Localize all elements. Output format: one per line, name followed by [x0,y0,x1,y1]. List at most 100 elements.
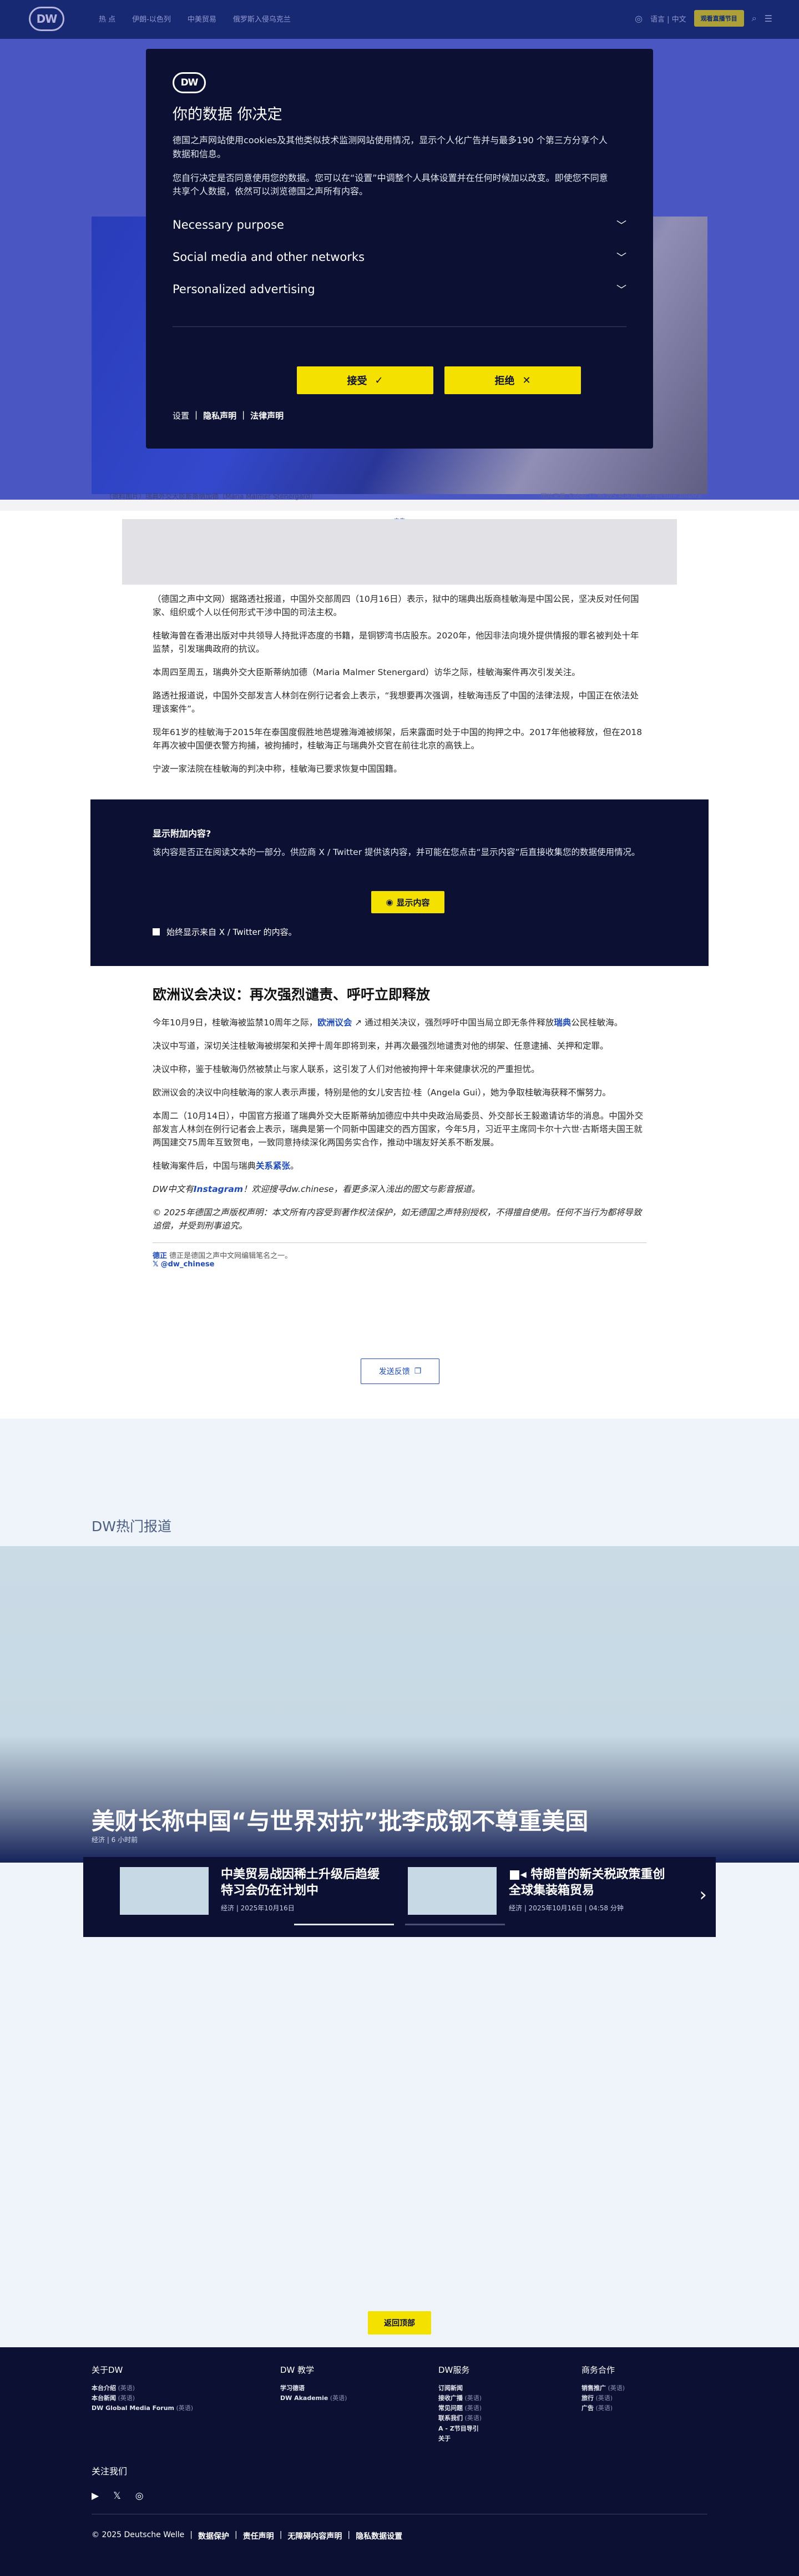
link-text: 联系我们 [438,2414,463,2422]
video-icon: ■◂ [509,1868,531,1881]
card-text: ■◂ 特朗普的新关税政策重创全球集装箱贸易 经济 | 2025年10月16日 |… [509,1867,675,1920]
external-link-icon: ↗ [355,1018,362,1028]
section-label: Personalized advertising [173,283,315,296]
show-content-button[interactable]: ◉ 显示内容 [371,891,444,913]
footer-link[interactable]: 广告 (英语) [581,2403,625,2413]
eye-icon: ◉ [386,897,393,907]
privacy-link[interactable]: 隐私声明 [203,410,236,421]
text-span: 通过相关决议，强烈呼吁中国当局立即无条件释放 [365,1018,554,1028]
chevron-down-icon: ﹀ [616,284,626,296]
footer-link[interactable]: 本台介绍 (英语) [92,2383,193,2393]
legal-links: © 2025 Deutsche Welle | 数据保护 | 责任声明 | 无障… [92,2530,402,2542]
section-personalized-ads[interactable]: Personalized advertising ﹀ [173,273,626,305]
card-title: ■◂ 特朗普的新关税政策重创全球集装箱贸易 [509,1867,675,1899]
caption-bar [0,500,799,511]
checkbox[interactable] [153,928,160,935]
article-paragraph: 桂敏海案件后，中国与瑞典关系紧张。 [153,1159,646,1173]
section-social-media[interactable]: Social media and other networks ﹀ [173,241,626,273]
author-name[interactable]: 德正 [153,1252,167,1260]
carousel-card[interactable]: ■◂ 特朗普的新关税政策重创全球集装箱贸易 经济 | 2025年10月16日 |… [408,1867,675,1920]
trending-headline[interactable]: 美财长称中国“与世界对抗”批李成钢不尊重美国 [92,1803,588,1837]
copyright-note: © 2025年德国之声版权声明：本文所有内容受到著作权法保护，如无德国之声特别授… [153,1208,642,1231]
settings-link[interactable]: 设置 [173,410,189,421]
card-text: 中美贸易战因稀土升级后趋缓 特习会仍在计划中 经济 | 2025年10月16日 [221,1867,387,1920]
data-protection-link[interactable]: 数据保护 [198,2530,229,2542]
trending-meta: 经济 | 6 小时前 [92,1836,138,1844]
link-text: 接收广播 [438,2394,463,2402]
link-tensions[interactable]: 关系紧张 [256,1161,290,1171]
copyright: © 2025 Deutsche Welle [92,2530,185,2539]
footer-link[interactable]: 联系我们 (英语) [438,2413,482,2423]
author-handle: @dw_chinese [160,1260,215,1269]
instagram-icon[interactable]: ◎ [135,2491,144,2502]
accessibility-link[interactable]: 无障碍内容声明 [287,2530,342,2542]
author-social[interactable]: 𝕏 @dw_chinese [153,1260,646,1269]
cookie-consent-dialog: DW 你的数据 你决定 德国之声网站使用cookies及其他类似技术监测网站使用… [146,49,653,449]
footer-link[interactable]: 订阅新闻 [438,2383,482,2393]
cookie-links: 设置 | 隐私声明 | 法律声明 [173,410,284,421]
follow-us-title: 关注我们 [92,2466,128,2477]
checkbox-label: 始终显示来自 X / Twitter 的内容。 [166,927,297,937]
x-icon[interactable]: 𝕏 [113,2491,121,2502]
carousel-indicator-active[interactable] [294,1924,394,1925]
lang-note: (英语) [176,2404,194,2412]
footer-link[interactable]: 本台新闻 (英语) [92,2393,193,2403]
lang-note: (英语) [595,2404,613,2412]
chevron-down-icon: ﹀ [616,252,626,264]
footer-link[interactable]: DW Akademie (英语) [280,2393,347,2403]
cookie-text-2: 您自行决定是否同意使用您的数据。您可以在“设置”中调整个人具体设置并在任何时候加… [173,172,608,197]
site-footer: 关于DW 本台介绍 (英语) 本台新闻 (英语) DW Global Media… [0,2347,799,2576]
divider [153,1242,646,1244]
lang-note: (英语) [330,2394,347,2402]
legal-link[interactable]: 法律声明 [250,410,284,421]
article-paragraph: 本周二（10月14日），中国官方报道了瑞典外交大臣斯蒂纳加德应中共中央政治局委员… [153,1111,644,1148]
footer-link[interactable]: 接收广播 (英语) [438,2393,482,2403]
link-sweden[interactable]: 瑞典 [554,1018,571,1028]
article-body-2: 欧洲议会决议：再次强烈谴责、呼吁立即释放 今年10月9日，桂敏海被监禁10周年之… [153,984,646,1269]
footer-link[interactable]: A - Z节目导引 [438,2424,482,2434]
footer-link[interactable]: DW Global Media Forum (英语) [92,2403,193,2413]
feedback-button[interactable]: 发送反馈 ❐ [361,1359,439,1384]
card-title-text: 特朗普的新关税政策重创全球集装箱贸易 [509,1868,665,1898]
ad-slot[interactable] [122,519,677,585]
footer-link[interactable]: 销售推广 (英语) [581,2383,625,2393]
link-text: 关于 [438,2434,451,2442]
section-necessary[interactable]: Necessary purpose ﹀ [173,209,626,241]
lang-note: (英语) [608,2384,625,2392]
article-paragraph: 宁波一家法院在桂敏海的判决中称，桂敏海已要求恢复中国国籍。 [153,764,402,774]
footer-link[interactable]: 关于 [438,2434,482,2444]
footer-link[interactable]: 旅行 (英语) [581,2393,625,2403]
link-text: 本台介绍 [92,2384,116,2392]
dw-logo: DW [173,72,206,93]
article-paragraph: 今年10月9日，桂敏海被监禁10周年之际，欧洲议会 ↗ 通过相关决议，强烈呼吁中… [153,1016,646,1029]
link-european-parliament[interactable]: 欧洲议会 [317,1018,352,1028]
accept-button[interactable]: 接受 ✓ [297,366,433,394]
text-span: 。 [290,1161,299,1171]
chevron-right-icon[interactable]: › [699,1884,707,1906]
footer-link[interactable]: 常见问题 (英语) [438,2403,482,2413]
youtube-icon[interactable]: ▶ [92,2491,99,2502]
article-paragraph: 欧洲议会的决议中向桂敏海的家人表示声援，特别是他的女儿安吉拉·桂（Angela … [153,1088,611,1098]
embed-description: 该内容是否正在阅读文本的一部分。供应商 X / Twitter 提供该内容，并可… [153,847,640,857]
carousel-indicator[interactable] [405,1924,505,1925]
separator: | [347,2530,351,2539]
lang-note: (英语) [118,2384,135,2392]
cookie-title: 你的数据 你决定 [173,106,282,123]
carousel-card[interactable]: 中美贸易战因稀土升级后趋缓 特习会仍在计划中 经济 | 2025年10月16日 [120,1867,387,1920]
lang-note: (英语) [595,2394,613,2402]
always-show-option[interactable]: 始终显示来自 X / Twitter 的内容。 [153,926,297,938]
disclaimer-link[interactable]: 责任声明 [243,2530,274,2542]
back-to-top-button[interactable]: 返回顶部 [368,2311,431,2334]
footer-col-title: 关于DW [92,2365,123,2375]
copy-icon: ❐ [414,1367,422,1376]
reject-button[interactable]: 拒绝 ✕ [444,366,581,394]
privacy-settings-link[interactable]: 隐私数据设置 [356,2530,402,2542]
page: { "header": { "logo": "DW", "nav": ["热 点… [0,0,799,2576]
footer-link[interactable]: 学习德语 [280,2383,347,2393]
link-text: DW Akademie [280,2394,328,2402]
footer-col-title: DW 教学 [280,2365,315,2375]
text-span: DW中文有 [153,1184,194,1195]
footer-col-about: 关于DW 本台介绍 (英语) 本台新闻 (英语) DW Global Media… [92,2364,193,2413]
article-paragraph: 现年61岁的桂敏海于2015年在泰国度假胜地芭堤雅海滩被绑架，后来露面时处于中国… [153,727,643,751]
link-instagram[interactable]: Instagram [194,1184,243,1194]
